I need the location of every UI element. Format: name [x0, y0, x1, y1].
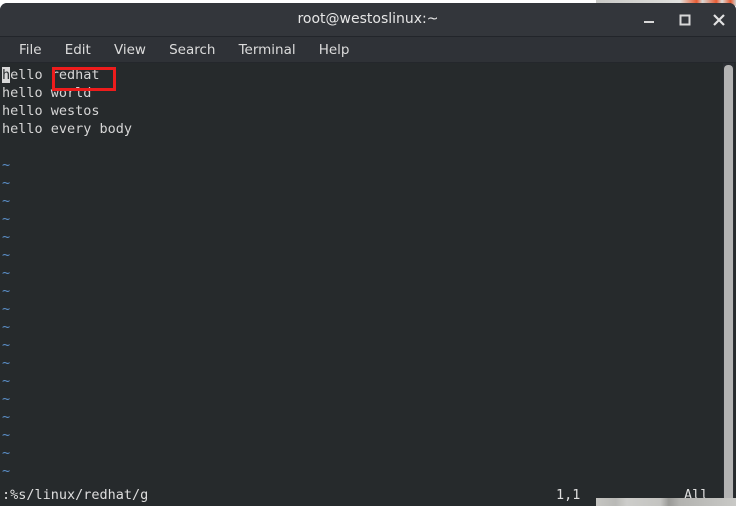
vim-buffer[interactable]: hello redhat hello world hello westos hello… [0, 63, 736, 506]
vim-tilde-marker: ~ [2, 211, 11, 227]
menu-item-terminal[interactable]: Terminal [230, 37, 305, 63]
vim-empty-line: ~ [2, 408, 736, 426]
vim-text-line: hello redhat [2, 66, 736, 84]
scrollbar-thumb[interactable] [724, 65, 733, 502]
vim-command-text: :%s/linux/redhat/g [2, 487, 149, 503]
vim-empty-line: ~ [2, 354, 736, 372]
vim-line-text: hello world [2, 85, 92, 101]
vim-tilde-marker: ~ [2, 463, 11, 479]
vim-tilde-marker: ~ [2, 157, 11, 173]
vim-empty-line: ~ [2, 336, 736, 354]
vim-empty-line: ~ [2, 174, 736, 192]
window-title: root@westoslinux:~ [297, 11, 439, 27]
terminal-body[interactable]: hello redhat hello world hello westos hello… [0, 63, 736, 506]
vim-empty-line: ~ [2, 282, 736, 300]
vim-tilde-marker: ~ [2, 355, 11, 371]
menu-item-edit[interactable]: Edit [56, 37, 100, 63]
vim-cursor-position: 1,1 [556, 487, 581, 503]
screenshot-root: root@westoslinux:~ File Edit View Search… [0, 0, 736, 506]
vim-tilde-marker: ~ [2, 319, 11, 335]
vim-tilde-marker: ~ [2, 229, 11, 245]
vim-empty-line: ~ [2, 210, 736, 228]
vim-empty-line: ~ [2, 318, 736, 336]
terminal-scrollbar[interactable] [723, 63, 734, 506]
vim-empty-line: ~ [2, 390, 736, 408]
background-window-bottom-row [596, 498, 736, 506]
vim-text-line: hello world [2, 84, 736, 102]
maximize-icon [679, 14, 691, 26]
menu-item-view[interactable]: View [105, 37, 155, 63]
vim-cursor: h [2, 67, 11, 83]
window-titlebar[interactable]: root@westoslinux:~ [0, 3, 736, 37]
vim-tilde-marker: ~ [2, 337, 11, 353]
vim-empty-line: ~ [2, 246, 736, 264]
vim-tilde-marker: ~ [2, 301, 11, 317]
vim-empty-line: ~ [2, 156, 736, 174]
vim-empty-line: ~ [2, 444, 736, 462]
vim-empty-line: ~ [2, 264, 736, 282]
minimize-button[interactable] [640, 11, 658, 29]
menu-item-help[interactable]: Help [310, 37, 359, 63]
vim-tilde-marker: ~ [2, 373, 11, 389]
vim-tilde-marker: ~ [2, 391, 11, 407]
vim-tilde-marker: ~ [2, 265, 11, 281]
maximize-button[interactable] [676, 11, 694, 29]
close-icon [713, 14, 725, 26]
menu-item-search[interactable]: Search [160, 37, 224, 63]
vim-tilde-marker: ~ [2, 283, 11, 299]
vim-empty-line: ~ [2, 372, 736, 390]
vim-text-line: hello westos [2, 102, 736, 120]
menu-item-file[interactable]: File [10, 37, 51, 63]
vim-line-text: hello every body [2, 121, 133, 137]
vim-text-line: hello every body [2, 120, 736, 138]
terminal-window: root@westoslinux:~ File Edit View Search… [0, 3, 736, 506]
vim-tilde-marker: ~ [2, 247, 11, 263]
vim-tilde-marker: ~ [2, 175, 11, 191]
vim-text-line [2, 138, 736, 156]
menu-bar: File Edit View Search Terminal Help [0, 37, 736, 63]
vim-line-text: ello redhat [10, 67, 100, 83]
vim-tilde-marker: ~ [2, 409, 11, 425]
vim-empty-line: ~ [2, 192, 736, 210]
vim-line-text: hello westos [2, 103, 100, 119]
vim-tilde-marker: ~ [2, 445, 11, 461]
vim-tilde-marker: ~ [2, 193, 11, 209]
vim-empty-line: ~ [2, 228, 736, 246]
vim-tilde-marker: ~ [2, 427, 11, 443]
vim-empty-line: ~ [2, 462, 736, 480]
vim-empty-line: ~ [2, 426, 736, 444]
background-window-bottom-sliver [596, 498, 736, 506]
minimize-icon [644, 21, 654, 23]
close-button[interactable] [710, 11, 728, 29]
vim-empty-line: ~ [2, 300, 736, 318]
